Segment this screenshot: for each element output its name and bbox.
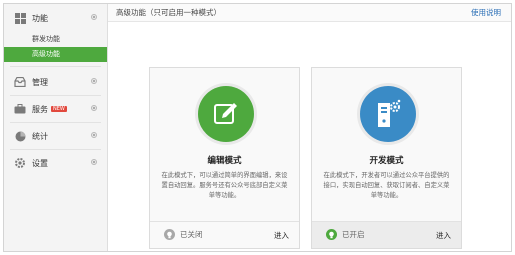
gear-icon [14, 157, 26, 169]
help-link[interactable]: 使用说明 [471, 7, 501, 18]
inbox-icon [14, 76, 26, 88]
sidebar-divider [10, 95, 101, 96]
app-window: 功能 群发功能 高级功能 管理 服务 NEW 统计 设置 高级功能（只可启用一种… [3, 3, 512, 252]
sidebar-divider [10, 122, 101, 123]
card-title: 开发模式 [369, 156, 404, 166]
card-description: 在此模式下，可以通过简单的界面编辑，来设置自动回复。服务号还有公众号底部自定义菜… [161, 172, 288, 199]
sidebar-divider [10, 66, 101, 67]
status-label: 已开启 [342, 230, 365, 239]
sidebar-group-label: 设置 [32, 158, 48, 168]
sidebar-group-label: 服务 [32, 104, 48, 114]
mode-status: 已关闭 [164, 229, 203, 240]
sidebar-group-label: 功能 [32, 13, 48, 23]
sidebar-item-advanced[interactable]: 高级功能 [4, 47, 107, 62]
sidebar-group-features[interactable]: 功能 [4, 7, 107, 29]
server-gear-icon [360, 86, 416, 142]
enter-edit-mode-link[interactable]: 进入 [274, 230, 289, 241]
collapse-toggle-icon[interactable] [91, 132, 97, 138]
developer-mode-card: 开发模式 在此模式下，开发者可以通过公众平台提供的接口，实现自动回复、获取订阅者… [311, 67, 462, 249]
grid-icon [14, 12, 26, 24]
sidebar-group-manage[interactable]: 管理 [4, 71, 107, 93]
status-label: 已关闭 [180, 230, 203, 239]
page-header: 高级功能（只可启用一种模式） 使用说明 [108, 4, 511, 22]
pie-chart-icon [14, 130, 26, 142]
icon-ring [195, 83, 257, 145]
card-footer: 已开启 进入 [312, 221, 461, 248]
sidebar-divider [10, 149, 101, 150]
sidebar-item-mass-send[interactable]: 群发功能 [4, 32, 107, 47]
bulb-on-icon [326, 229, 337, 240]
sidebar-group-label: 统计 [32, 131, 48, 141]
sidebar: 功能 群发功能 高级功能 管理 服务 NEW 统计 设置 [4, 4, 108, 251]
collapse-toggle-icon[interactable] [91, 78, 97, 84]
enter-developer-mode-link[interactable]: 进入 [436, 230, 451, 241]
mode-status: 已开启 [326, 229, 365, 240]
card-title: 编辑模式 [207, 156, 242, 166]
card-footer: 已关闭 进入 [150, 221, 299, 248]
collapse-toggle-icon[interactable] [91, 159, 97, 165]
sidebar-group-service[interactable]: 服务 NEW [4, 98, 107, 120]
bulb-off-icon [164, 229, 175, 240]
sidebar-group-stats[interactable]: 统计 [4, 125, 107, 147]
collapse-toggle-icon[interactable] [91, 14, 97, 20]
sidebar-group-settings[interactable]: 设置 [4, 152, 107, 174]
card-description: 在此模式下，开发者可以通过公众平台提供的接口，实现自动回复、获取订阅者、自定义菜… [323, 172, 450, 199]
briefcase-icon [14, 103, 26, 115]
collapse-toggle-icon[interactable] [91, 105, 97, 111]
icon-ring [357, 83, 419, 145]
edit-mode-card: 编辑模式 在此模式下，可以通过简单的界面编辑，来设置自动回复。服务号还有公众号底… [149, 67, 300, 249]
edit-pencil-icon [198, 86, 254, 142]
sidebar-group-label: 管理 [32, 77, 48, 87]
page-title: 高级功能（只可启用一种模式） [116, 8, 221, 17]
new-badge: NEW [51, 106, 67, 112]
